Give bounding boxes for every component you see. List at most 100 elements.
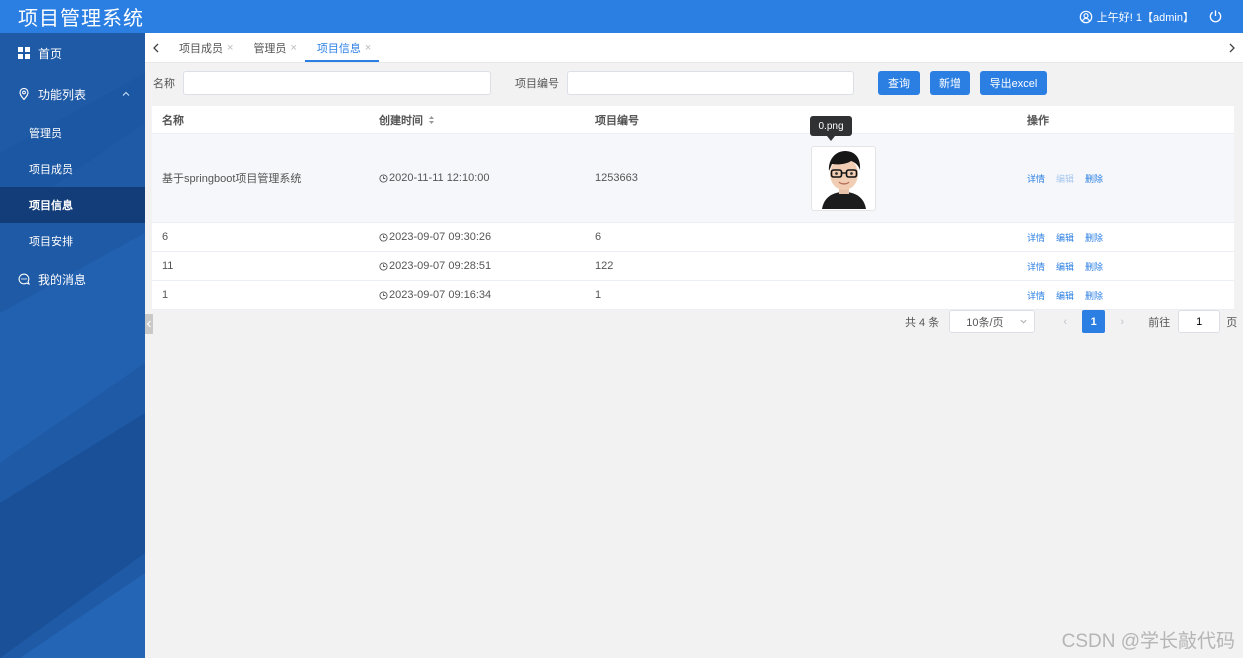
cell-code: 6 bbox=[595, 231, 602, 243]
tabs-scroll-left[interactable] bbox=[145, 33, 167, 62]
cell-name: 基于springboot项目管理系统 bbox=[162, 173, 302, 185]
total-count: 共 4 条 bbox=[905, 316, 940, 329]
sidebar-item-label: 首页 bbox=[38, 46, 63, 61]
tab-label: 项目信息 bbox=[316, 42, 361, 55]
goto-label: 前往 bbox=[1148, 316, 1171, 329]
clock-icon bbox=[379, 290, 388, 300]
sidebar: 首页 功能列表 管理员 项目成员 项目信息 项目安排 我的消息 bbox=[0, 33, 145, 658]
avatar bbox=[821, 151, 866, 209]
cell-created-time: 2023-09-07 09:30:26 bbox=[369, 231, 585, 243]
chevron-up-icon bbox=[122, 91, 130, 96]
cell-code: 1 bbox=[595, 289, 602, 301]
table-row: 基于springboot项目管理系统 2020-11-11 12:10:00 1… bbox=[152, 134, 1234, 223]
column-header-actions: 操作 bbox=[1027, 114, 1049, 127]
clock-icon bbox=[379, 232, 388, 242]
sidebar-item-project-schedule[interactable]: 项目安排 bbox=[0, 223, 145, 259]
sidebar-item-admin[interactable]: 管理员 bbox=[0, 115, 145, 151]
export-excel-button[interactable]: 导出excel bbox=[980, 71, 1047, 95]
name-search-input[interactable] bbox=[183, 71, 491, 95]
greeting-text: 上午好! 1【admin】 bbox=[1096, 11, 1194, 24]
search-bar: 名称 项目编号 查询 新增 导出excel bbox=[145, 63, 1243, 103]
detail-link[interactable]: 详情 bbox=[1027, 260, 1045, 273]
sidebar-collapse-handle[interactable] bbox=[145, 314, 153, 334]
caret-left-icon bbox=[146, 320, 151, 328]
code-search-input[interactable] bbox=[567, 71, 854, 95]
column-header-code: 项目编号 bbox=[595, 114, 639, 127]
tab-admin[interactable]: 管理员 × bbox=[241, 33, 304, 62]
tab-project-info[interactable]: 项目信息 × bbox=[304, 33, 380, 62]
cell-created-time: 2023-09-07 09:28:51 bbox=[369, 260, 585, 272]
header-user-area: 上午好! 1【admin】 bbox=[1079, 9, 1223, 25]
sidebar-item-project-info[interactable]: 项目信息 bbox=[0, 187, 145, 223]
query-button[interactable]: 查询 bbox=[878, 71, 920, 95]
clock-icon bbox=[379, 173, 388, 183]
column-header-label: 创建时间 bbox=[379, 114, 423, 127]
project-image-thumbnail[interactable] bbox=[811, 145, 876, 211]
top-header: 项目管理系统 上午好! 1【admin】 bbox=[0, 0, 1243, 33]
tabs-bar: 项目成员 × 管理员 × 项目信息 × bbox=[145, 33, 1243, 63]
page-number-current[interactable]: 1 bbox=[1082, 310, 1106, 333]
pagination: 共 4 条 10条/页 ‹ 1 › 前往 页 bbox=[905, 310, 1237, 333]
cell-actions: 详情 编辑 删除 bbox=[1017, 289, 1234, 302]
sort-icon[interactable] bbox=[428, 115, 435, 125]
tab-project-members[interactable]: 项目成员 × bbox=[167, 33, 241, 62]
sidebar-item-function-list[interactable]: 功能列表 bbox=[0, 73, 145, 115]
sidebar-item-label: 我的消息 bbox=[38, 272, 87, 287]
page-suffix: 页 bbox=[1226, 316, 1238, 329]
image-tooltip: 0.png bbox=[810, 116, 852, 141]
close-icon[interactable]: × bbox=[365, 42, 371, 54]
cell-code: 122 bbox=[595, 260, 614, 272]
tab-label: 项目成员 bbox=[179, 42, 223, 55]
page-size-value: 10条/页 bbox=[966, 316, 1004, 329]
cell-name: 11 bbox=[162, 260, 174, 272]
prev-page-button[interactable]: ‹ bbox=[1053, 316, 1077, 328]
sidebar-item-home[interactable]: 首页 bbox=[0, 33, 145, 73]
delete-link[interactable]: 删除 bbox=[1085, 260, 1103, 273]
delete-link[interactable]: 删除 bbox=[1085, 172, 1103, 185]
cell-created-time: 2020-11-11 12:10:00 bbox=[369, 172, 585, 184]
cell-name: 1 bbox=[162, 289, 169, 301]
table-row: 1 2023-09-07 09:16:34 1 详情 编辑 删除 bbox=[152, 281, 1234, 310]
detail-link[interactable]: 详情 bbox=[1027, 231, 1045, 244]
time-text: 2023-09-07 09:16:34 bbox=[389, 289, 492, 301]
next-page-button[interactable]: › bbox=[1110, 316, 1134, 328]
add-button[interactable]: 新增 bbox=[930, 71, 970, 95]
table-row: 11 2023-09-07 09:28:51 122 详情 编辑 删除 bbox=[152, 252, 1234, 281]
tabs-scroll-right[interactable] bbox=[1221, 33, 1243, 62]
delete-link[interactable]: 删除 bbox=[1085, 289, 1103, 302]
code-label: 项目编号 bbox=[515, 78, 559, 90]
message-icon bbox=[18, 273, 30, 285]
sidebar-item-members[interactable]: 项目成员 bbox=[0, 151, 145, 187]
edit-link[interactable]: 编辑 bbox=[1056, 289, 1074, 302]
table-header: 名称 创建时间 项目编号 操作 bbox=[152, 106, 1234, 134]
app-title: 项目管理系统 bbox=[18, 8, 144, 30]
cell-created-time: 2023-09-07 09:16:34 bbox=[369, 289, 585, 301]
delete-link[interactable]: 删除 bbox=[1085, 231, 1103, 244]
tab-label: 管理员 bbox=[253, 42, 287, 55]
cell-code: 1253663 bbox=[595, 172, 638, 184]
sidebar-item-label: 管理员 bbox=[29, 128, 62, 140]
sidebar-item-label: 功能列表 bbox=[38, 87, 87, 102]
clock-icon bbox=[379, 261, 388, 271]
page-size-select[interactable]: 10条/页 bbox=[949, 310, 1036, 333]
power-icon[interactable] bbox=[1208, 9, 1223, 24]
location-pin-icon bbox=[18, 88, 30, 100]
edit-link[interactable]: 编辑 bbox=[1056, 172, 1074, 185]
sidebar-item-label: 项目信息 bbox=[29, 200, 73, 212]
cell-actions: 详情 编辑 删除 bbox=[1017, 172, 1234, 185]
detail-link[interactable]: 详情 bbox=[1027, 172, 1045, 185]
column-header-created-time[interactable]: 创建时间 bbox=[369, 112, 585, 128]
name-label: 名称 bbox=[153, 78, 175, 90]
edit-link[interactable]: 编辑 bbox=[1056, 260, 1074, 273]
edit-link[interactable]: 编辑 bbox=[1056, 231, 1074, 244]
cell-image bbox=[801, 145, 1017, 211]
time-text: 2023-09-07 09:28:51 bbox=[389, 260, 492, 272]
user-icon[interactable] bbox=[1079, 10, 1093, 24]
sidebar-item-my-messages[interactable]: 我的消息 bbox=[0, 259, 145, 299]
detail-link[interactable]: 详情 bbox=[1027, 289, 1045, 302]
cell-actions: 详情 编辑 删除 bbox=[1017, 231, 1234, 244]
goto-page-input[interactable] bbox=[1178, 310, 1221, 333]
close-icon[interactable]: × bbox=[227, 42, 233, 54]
close-icon[interactable]: × bbox=[290, 42, 296, 54]
chevron-down-icon bbox=[1020, 319, 1027, 324]
